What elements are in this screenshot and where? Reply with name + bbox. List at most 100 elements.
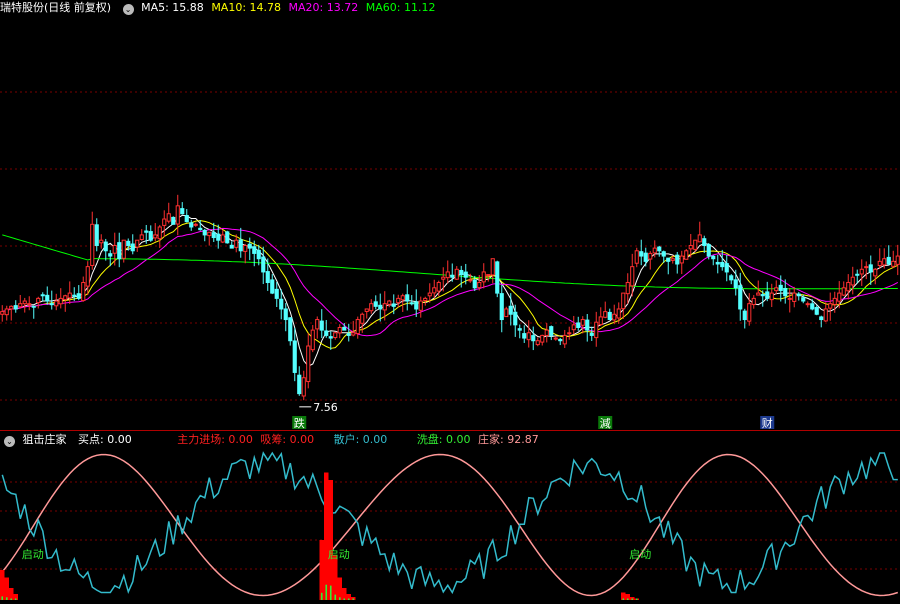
- candle-body: [220, 234, 225, 243]
- candle-body: [517, 328, 522, 331]
- candle-body: [184, 214, 189, 223]
- candle-body: [648, 252, 653, 260]
- candle-body: [765, 291, 770, 299]
- candle-body: [328, 336, 333, 339]
- candle-body: [634, 250, 639, 264]
- moving-average-lines: [2, 214, 899, 367]
- candle-body: [292, 340, 297, 373]
- candle-body: [396, 297, 401, 304]
- candle-body: [823, 308, 828, 322]
- candle-body: [238, 239, 243, 252]
- candle-body: [792, 292, 797, 302]
- indicator-washout: 洗盘: 0.00: [416, 433, 471, 446]
- main-force-bar: [4, 577, 9, 600]
- candle-body: [405, 294, 410, 302]
- candle-body: [450, 274, 455, 278]
- candle-body: [495, 261, 500, 294]
- candle-body: [342, 326, 347, 331]
- candle-body: [207, 231, 212, 237]
- candle-body: [13, 305, 18, 310]
- candle-body: [360, 313, 365, 324]
- candle-body: [729, 275, 734, 281]
- candle-body: [562, 334, 567, 345]
- candle-body: [832, 297, 837, 305]
- candle-body: [369, 303, 374, 312]
- candle-body: [256, 249, 261, 260]
- candle-body: [666, 257, 671, 262]
- event-label: 财: [762, 416, 773, 430]
- candle-body: [288, 317, 293, 342]
- candle-body: [585, 319, 590, 331]
- candle-body: [756, 292, 761, 296]
- candle-body: [27, 303, 32, 306]
- candle-body: [135, 239, 140, 248]
- candle-body: [513, 311, 518, 326]
- ma5-line: [2, 214, 899, 367]
- indicator-menu-icon[interactable]: ⌄: [4, 436, 15, 447]
- candle-body: [702, 238, 707, 246]
- settings-circle-icon[interactable]: ⌄: [122, 4, 134, 15]
- indicator-panel-header: ⌄ 狙击庄家 买点: 0.00 主力进场: 0.00 吸筹: 0.00 散户: …: [0, 432, 543, 448]
- ma60-label: MA60: 11.12: [365, 1, 436, 14]
- indicator-retail: 散户: 0.00: [333, 433, 388, 446]
- candle-body: [778, 284, 783, 291]
- candle-body: [45, 294, 50, 302]
- candle-body: [441, 276, 446, 280]
- washout-bar: [325, 584, 328, 600]
- candle-body: [751, 297, 756, 306]
- candle-body: [576, 322, 581, 328]
- candle-body: [688, 244, 693, 250]
- washout-bar: [343, 598, 346, 600]
- candle-body: [40, 294, 45, 297]
- candle-body: [148, 231, 153, 241]
- candle-body: [94, 224, 99, 246]
- candle-body: [796, 293, 801, 297]
- candle-body: [324, 330, 329, 336]
- candle-body: [877, 260, 882, 267]
- candle-body: [103, 241, 108, 252]
- candle-body: [333, 332, 338, 339]
- candle-body: [706, 244, 711, 257]
- candle-body: [400, 295, 405, 301]
- candle-body: [58, 297, 63, 305]
- candle-body: [414, 301, 419, 310]
- candle-body: [180, 208, 185, 215]
- candle-body: [657, 246, 662, 252]
- ma5-label: MA5: 15.88: [141, 1, 204, 14]
- candle-body: [261, 256, 266, 273]
- candle-body: [630, 266, 635, 287]
- candle-body: [499, 293, 504, 321]
- candle-body: [567, 332, 572, 335]
- candle-body: [801, 297, 806, 302]
- candle-body: [742, 310, 747, 321]
- candle-body: [549, 326, 554, 336]
- candle-body: [391, 303, 396, 307]
- candle-body: [481, 271, 486, 283]
- candle-body: [810, 303, 815, 310]
- candle-body: [733, 279, 738, 289]
- candle-body: [247, 243, 252, 249]
- candle-body: [85, 266, 90, 287]
- candle-body: [490, 258, 495, 276]
- candle-body: [747, 303, 752, 322]
- candle-body: [36, 297, 41, 304]
- candle-body: [112, 244, 117, 254]
- candle-body: [171, 216, 176, 225]
- candle-body: [423, 297, 428, 301]
- candle-body: [265, 271, 270, 284]
- candle-body: [427, 292, 432, 297]
- candle-body: [31, 305, 36, 308]
- candle-body: [814, 306, 819, 315]
- candle-body: [837, 292, 842, 302]
- main-force-bar: [319, 540, 324, 600]
- candle-body: [612, 313, 617, 321]
- candle-body: [144, 230, 149, 233]
- candle-body: [387, 300, 392, 305]
- candle-body: [445, 271, 450, 279]
- candle-body: [711, 255, 716, 260]
- indicator-name: 狙击庄家: [22, 433, 67, 446]
- low-price-label: 7.56: [313, 401, 338, 414]
- candle-body: [504, 308, 509, 318]
- candle-body: [63, 295, 68, 301]
- candle-body: [882, 258, 887, 266]
